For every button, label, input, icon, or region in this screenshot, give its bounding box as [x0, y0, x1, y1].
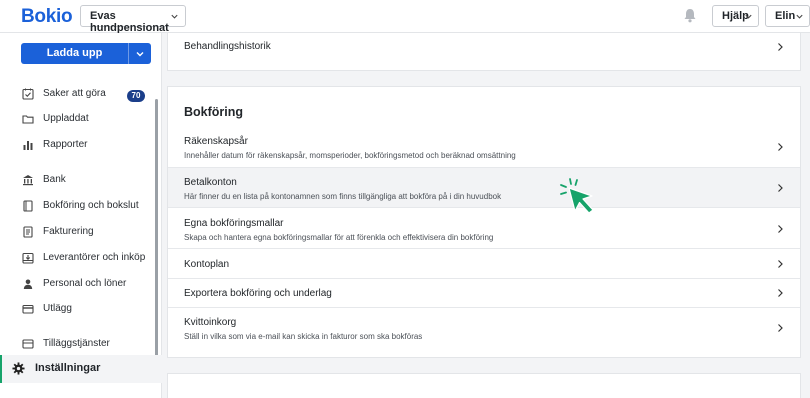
sidebar-item-label: Tilläggstjänster	[43, 338, 110, 349]
todo-count-badge: 70	[127, 90, 145, 102]
upload-split-divider	[128, 43, 129, 64]
sidebar-item-expenses[interactable]: Utlägg	[22, 302, 150, 320]
gear-icon	[12, 362, 25, 375]
sidebar-item-label: Fakturering	[43, 226, 94, 237]
sidebar-item-label: Leverantörer och inköp	[43, 252, 146, 263]
inbox-icon	[22, 252, 34, 264]
sidebar-item-label: Bank	[43, 174, 66, 185]
sidebar-item-label: Saker att göra	[43, 88, 106, 99]
row-title: Exportera bokföring och underlag	[184, 288, 332, 299]
chevron-down-icon	[796, 14, 803, 19]
row-title: Betalkonton	[184, 177, 237, 188]
chevron-right-icon	[778, 324, 783, 332]
chevron-down-icon[interactable]	[135, 49, 145, 59]
addon-icon	[22, 339, 34, 349]
sidebar-item-invoicing[interactable]: Fakturering	[22, 225, 150, 243]
processing-history-card[interactable]: Behandlingshistorik	[167, 33, 801, 71]
checklist-icon	[22, 88, 34, 100]
click-cursor-icon	[560, 178, 594, 214]
row-subtitle: Innehåller datum för räkenskapsår, momsp…	[184, 151, 516, 160]
sidebar-item-settings[interactable]: Inställningar	[0, 355, 162, 383]
help-button[interactable]: Hjälp	[712, 5, 759, 27]
invoice-icon	[23, 226, 33, 238]
upload-label: Ladda upp	[46, 47, 103, 59]
top-bar: Bokio Evas hundpensionat Hjälp Elin	[0, 0, 810, 34]
row-title: Behandlingshistorik	[184, 41, 271, 52]
bokio-logo[interactable]: Bokio	[21, 6, 73, 28]
sidebar-item-bookkeeping[interactable]: Bokföring och bokslut	[22, 199, 150, 217]
user-name: Elin	[775, 10, 796, 22]
company-name: Evas hundpensionat	[90, 10, 169, 34]
bar-chart-icon	[23, 141, 33, 150]
row-title: Räkenskapsår	[184, 136, 248, 147]
row-title: Kontoplan	[184, 259, 230, 270]
next-section-card	[167, 373, 801, 398]
row-hover-highlight	[168, 167, 800, 207]
chevron-right-icon	[778, 260, 783, 268]
folder-icon	[22, 115, 34, 124]
row-subtitle: Skapa och hantera egna bokföringsmallar …	[184, 233, 494, 242]
divider	[168, 248, 800, 249]
chevron-down-icon	[745, 14, 752, 19]
sidebar-item-uploaded[interactable]: Uppladdat	[22, 112, 150, 130]
sidebar-item-suppliers[interactable]: Leverantörer och inköp	[22, 251, 150, 269]
bank-icon	[23, 175, 33, 186]
sidebar-item-label: Personal och löner	[43, 278, 127, 289]
divider	[168, 167, 800, 168]
row-title: Kvittoinkorg	[184, 317, 237, 328]
sidebar-item-label: Uppladdat	[43, 113, 89, 124]
sidebar-item-reports[interactable]: Rapporter	[22, 138, 150, 156]
sidebar-scrollbar[interactable]	[155, 99, 158, 361]
person-icon	[23, 279, 33, 289]
bookkeeping-settings-card: Bokföring Räkenskapsår Innehåller datum …	[167, 86, 801, 358]
company-selector[interactable]: Evas hundpensionat	[80, 5, 186, 34]
chevron-down-icon	[171, 14, 178, 19]
upload-button[interactable]: Ladda upp	[21, 43, 151, 64]
sidebar-item-staff[interactable]: Personal och löner	[22, 277, 150, 295]
divider	[168, 278, 800, 279]
chevron-right-icon	[778, 289, 783, 297]
bell-icon[interactable]	[683, 8, 697, 23]
book-icon	[23, 200, 33, 212]
chevron-right-icon	[778, 225, 783, 233]
row-title: Egna bokföringsmallar	[184, 218, 284, 229]
section-heading: Bokföring	[184, 105, 244, 119]
settings-label: Inställningar	[35, 362, 101, 374]
sidebar-item-label: Bokföring och bokslut	[43, 200, 139, 211]
card-icon	[22, 304, 34, 314]
chevron-right-icon	[778, 184, 783, 192]
chevron-right-icon	[778, 43, 783, 51]
sidebar-item-bank[interactable]: Bank	[22, 173, 150, 191]
user-menu-button[interactable]: Elin	[765, 5, 810, 27]
sidebar-item-label: Utlägg	[43, 303, 72, 314]
divider	[168, 307, 800, 308]
row-subtitle: Här finner du en lista på kontonamnen so…	[184, 192, 502, 201]
sidebar-item-addons[interactable]: Tilläggstjänster	[22, 337, 150, 355]
chevron-right-icon	[778, 143, 783, 151]
sidebar-item-label: Rapporter	[43, 139, 88, 150]
divider	[168, 207, 800, 208]
row-subtitle: Ställ in vilka som via e-mail kan skicka…	[184, 332, 423, 341]
